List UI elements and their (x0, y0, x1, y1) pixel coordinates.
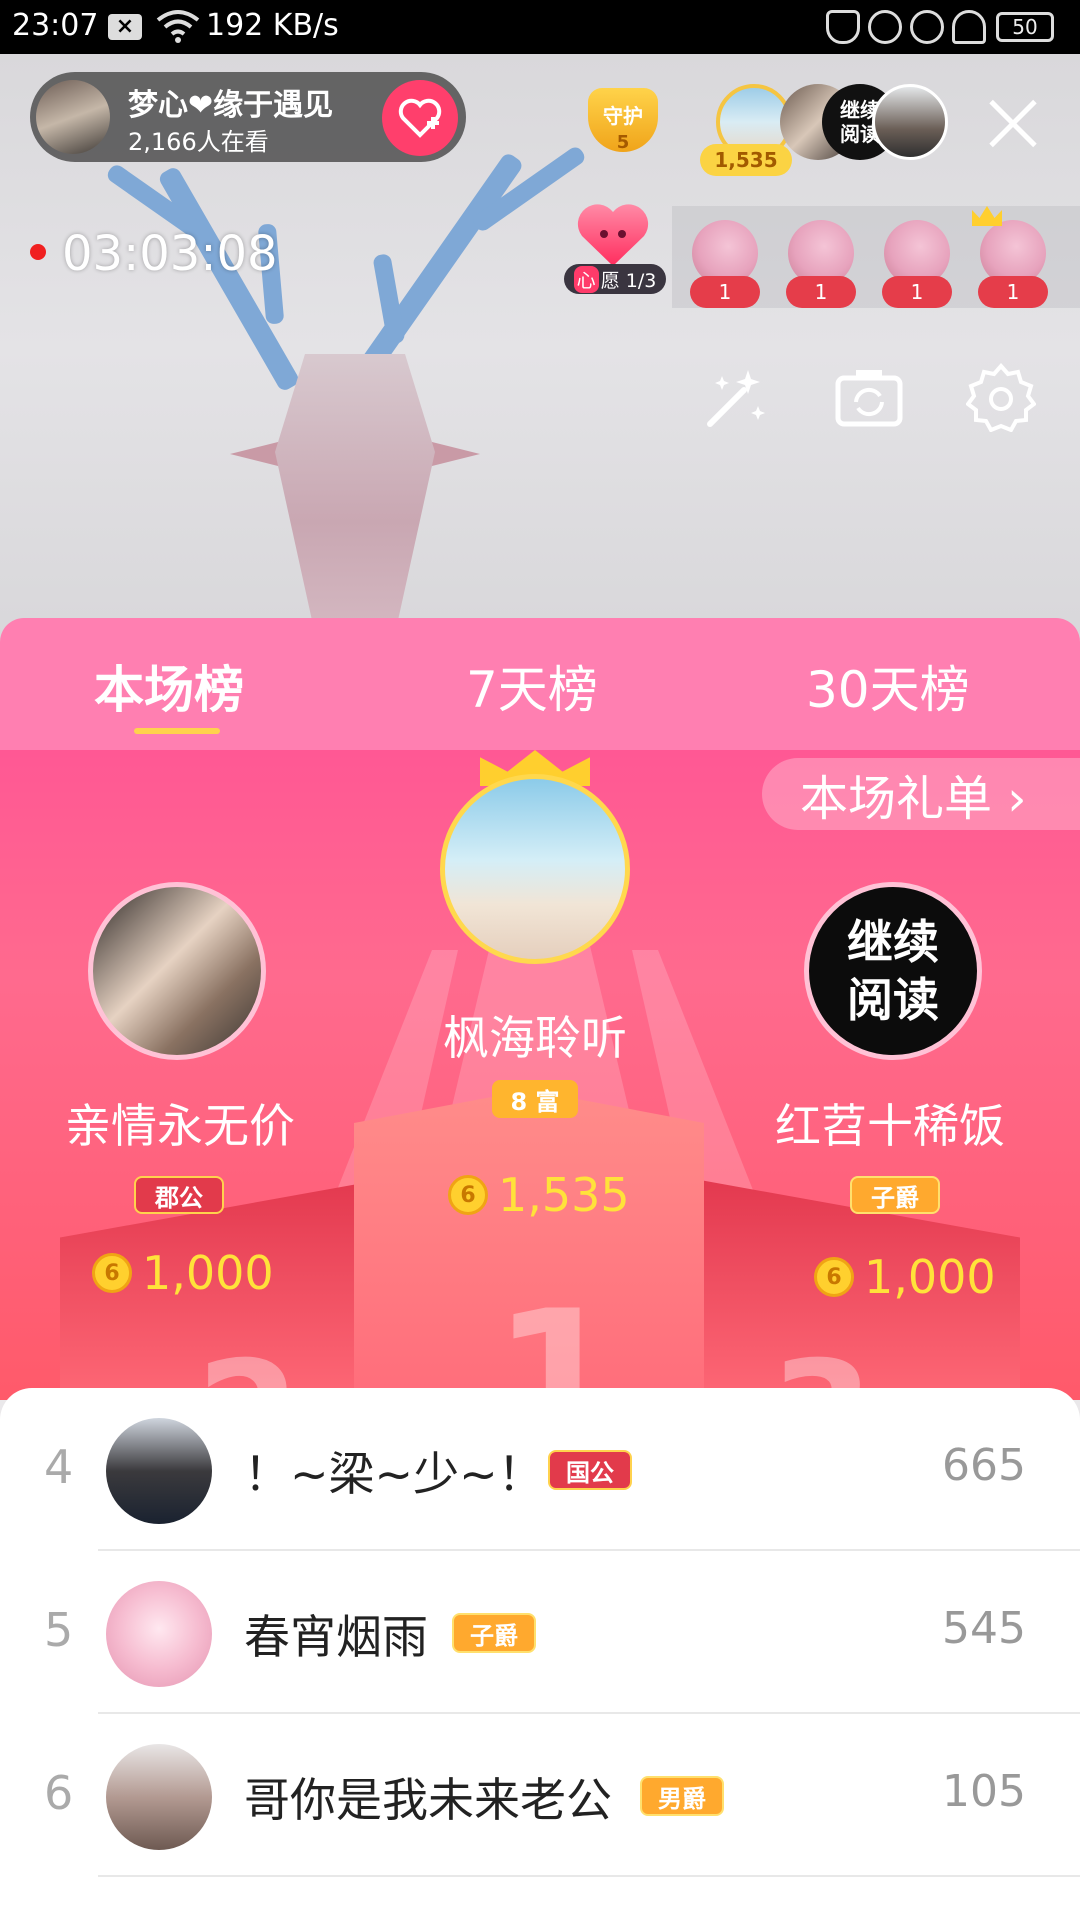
wish-heart-icon[interactable] (574, 200, 652, 270)
follow-button[interactable] (382, 80, 458, 156)
alarm-icon (910, 10, 944, 44)
audience-count: 1 (690, 276, 760, 308)
second-place-badge: 郡公 (134, 1176, 224, 1214)
live-timer: 03:03:08 (62, 226, 278, 282)
lock-rotation-icon (868, 10, 902, 44)
tab-underline (134, 728, 220, 734)
viewer-count: 2,166人在看 (128, 128, 269, 156)
guard-label: 守护 (603, 104, 643, 128)
headphones-icon (952, 10, 986, 44)
crown-icon (972, 206, 1002, 226)
first-place-avatar[interactable] (440, 774, 630, 964)
coin-icon: 6 (814, 1257, 854, 1297)
rank-1-backdrop: 1 (492, 1270, 625, 1400)
list-item[interactable]: 4 ！~梁~少~！ 国公 665 (0, 1388, 1080, 1551)
row-name: ！~梁~少~！ (244, 1447, 544, 1501)
first-place-coin-value: 1,535 (498, 1168, 630, 1222)
gift-list-button[interactable]: 本场礼单 › (762, 758, 1080, 830)
top-fan-avatar-4[interactable] (872, 84, 948, 160)
list-item[interactable]: 6 哥你是我未来老公 男爵 105 (0, 1714, 1080, 1877)
heart-plus-icon (398, 98, 442, 138)
settings-gear-icon[interactable] (965, 362, 1037, 433)
tab-7-days[interactable]: 7天榜 (466, 650, 598, 722)
wish-text: 愿 1/3 (600, 269, 657, 292)
audience-count: 1 (786, 276, 856, 308)
battery-icon: 50 (996, 12, 1054, 42)
audience-count: 1 (978, 276, 1048, 308)
audience-row: 1 1 1 1 (672, 206, 1080, 308)
second-place-coins: 6 1,000 (92, 1246, 274, 1300)
row-badge: 子爵 (452, 1613, 536, 1653)
second-place-coin-value: 1,000 (142, 1246, 274, 1300)
first-place-name: 枫海聆听 (443, 1011, 627, 1065)
row-avatar[interactable] (106, 1744, 212, 1850)
status-bar: 23:07 × 192 KB/s 50 (0, 0, 1080, 54)
network-speed: 192 KB/s (206, 8, 339, 43)
top-fan-score: 1,535 (700, 144, 792, 176)
row-rank: 4 (44, 1440, 74, 1494)
third-place-name: 红苕十稀饭 (775, 1099, 1005, 1153)
row-rank: 6 (44, 1766, 74, 1820)
third-place-avatar-text-1: 继续 (847, 915, 939, 969)
close-box-icon: × (108, 14, 142, 40)
row-badge: 国公 (548, 1450, 632, 1490)
third-place-badge: 子爵 (850, 1176, 940, 1214)
wifi-icon (156, 8, 200, 44)
third-place-avatar-text-2: 阅读 (847, 973, 939, 1027)
close-icon[interactable] (986, 96, 1040, 150)
row-avatar[interactable] (106, 1418, 212, 1524)
row-score: 545 (942, 1603, 1026, 1654)
first-place-badge: 8 富 (492, 1080, 578, 1118)
third-place-coins: 6 1,000 (814, 1250, 996, 1304)
row-name: 春宵烟雨 (244, 1610, 428, 1664)
wish-prefix: 心 (573, 265, 599, 293)
wish-progress[interactable]: 心 愿 1/3 (564, 264, 666, 294)
podium: 1 2 3 本场礼单 › 枫海聆听 8 富 6 1,535 亲情永无价 郡公 6… (0, 750, 1080, 1400)
ranking-list: 4 ！~梁~少~！ 国公 665 5 春宵烟雨 子爵 545 6 哥你是我未来老… (0, 1388, 1080, 1920)
coin-icon: 6 (448, 1175, 488, 1215)
tab-30-days[interactable]: 30天榜 (806, 650, 970, 722)
flip-camera-icon[interactable] (834, 362, 904, 432)
second-place-avatar[interactable] (88, 882, 266, 1060)
divider (98, 1875, 1080, 1877)
list-item[interactable]: 5 春宵烟雨 子爵 545 (0, 1551, 1080, 1714)
row-score: 665 (942, 1440, 1026, 1491)
second-place-name: 亲情永无价 (65, 1099, 295, 1153)
third-place-coin-value: 1,000 (864, 1250, 996, 1304)
tab-current-session[interactable]: 本场榜 (94, 650, 244, 722)
audience-count: 1 (882, 276, 952, 308)
row-name: 哥你是我未来老公 (244, 1773, 612, 1827)
coin-icon: 6 (92, 1253, 132, 1293)
guard-badge[interactable]: 守护 5 (578, 82, 668, 164)
host-avatar[interactable] (36, 80, 110, 154)
row-rank: 5 (44, 1603, 74, 1657)
host-name: 梦心❤缘于遇见 (128, 88, 334, 123)
host-info[interactable]: 梦心❤缘于遇见 2,166人在看 (30, 72, 466, 162)
guard-count: 5 (616, 132, 630, 153)
mute-bell-icon (826, 10, 860, 44)
recording-dot-icon (30, 244, 46, 260)
first-place-coins: 6 1,535 (448, 1168, 630, 1222)
row-score: 105 (942, 1766, 1026, 1817)
beauty-wand-icon[interactable] (700, 362, 770, 432)
ranking-tabs: 本场榜 7天榜 30天榜 (0, 618, 1080, 750)
status-time: 23:07 (12, 8, 99, 43)
third-place-avatar[interactable]: 继续 阅读 (804, 882, 982, 1060)
row-badge: 男爵 (640, 1776, 724, 1816)
row-avatar[interactable] (106, 1581, 212, 1687)
